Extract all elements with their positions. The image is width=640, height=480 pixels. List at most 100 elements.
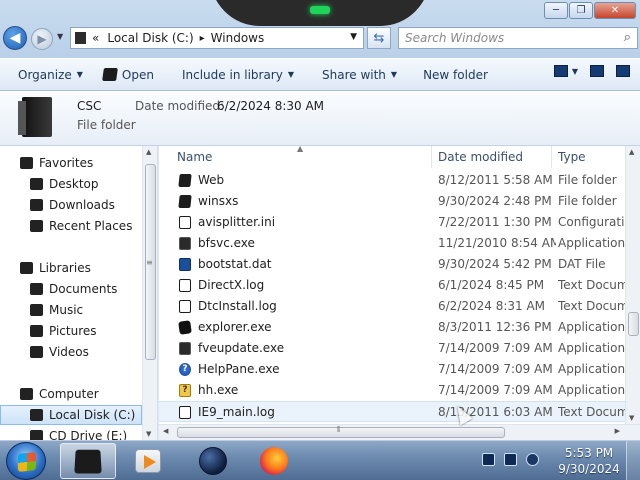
file-list-hscroll-thumb[interactable] (177, 427, 505, 438)
help-icon: ? (179, 363, 191, 376)
scroll-up-icon[interactable]: ▲ (629, 148, 634, 156)
nav-libraries[interactable]: Libraries (20, 258, 157, 278)
file-date: 7/14/2009 7:09 AM (438, 383, 553, 397)
taskbar-media-player[interactable] (120, 443, 176, 479)
chevron-down-icon: ▼ (571, 66, 578, 76)
windows-explorer-icon (74, 449, 102, 474)
action-center-icon[interactable] (482, 453, 495, 466)
file-date: 7/14/2009 7:09 AM (438, 341, 553, 355)
table-row[interactable]: avisplitter.ini 7/22/2011 1:30 PM Configur… (159, 212, 632, 233)
taskbar-globe-app[interactable] (185, 443, 241, 479)
table-row[interactable]: bootstat.dat 9/30/2024 5:42 PM DAT File (159, 254, 625, 275)
webcam-led (310, 6, 330, 14)
new-folder-button[interactable]: New folder (397, 68, 488, 82)
breadcrumb-local-disk[interactable]: Local Disk (C:) (107, 31, 193, 45)
scroll-up-icon[interactable]: ▲ (146, 148, 151, 156)
preview-pane-button[interactable] (590, 65, 604, 77)
nav-desktop[interactable]: Desktop (30, 174, 157, 194)
downloads-icon (30, 199, 43, 211)
file-list-horizontal-scrollbar[interactable]: ◀ ⦀ ▶ (159, 424, 640, 440)
change-view-button[interactable]: ▼ (553, 65, 578, 77)
address-bar[interactable]: « Local Disk (C:) ▸ Windows ▼ (70, 27, 364, 49)
volume-icon[interactable] (526, 453, 539, 466)
network-icon[interactable] (504, 453, 517, 466)
file-list-scroll-thumb[interactable] (628, 312, 639, 336)
back-button[interactable]: ◀ (3, 26, 27, 50)
file-date: 8/3/2011 12:36 PM (438, 320, 552, 334)
nav-downloads[interactable]: Downloads (30, 195, 157, 215)
nav-documents[interactable]: Documents (30, 279, 157, 299)
file-list-vertical-scrollbar[interactable]: ▲ ▼ (625, 146, 640, 424)
search-input[interactable]: Search Windows ⌕ (398, 27, 638, 49)
file-list: Name ▲ Date modified Type Web 8/12/2011 5:… (159, 146, 640, 440)
address-overflow[interactable]: « (92, 31, 99, 45)
minimize-button[interactable]: ─ (544, 2, 568, 19)
taskbar-windows-explorer[interactable] (60, 443, 116, 479)
nav-recent-places[interactable]: Recent Places (30, 216, 157, 236)
file-date: 9/30/2024 2:48 PM (438, 194, 552, 208)
column-label: Type (558, 150, 586, 164)
scroll-left-icon[interactable]: ◀ (163, 427, 168, 435)
nav-favorites[interactable]: Favorites (20, 153, 157, 173)
table-row[interactable]: ? hh.exe 7/14/2009 7:09 AM Application (159, 380, 625, 401)
close-button[interactable]: ✕ (594, 2, 636, 19)
recent-pages-dropdown[interactable]: ▼ (57, 32, 63, 41)
scroll-right-icon[interactable]: ▶ (615, 427, 620, 435)
scroll-grip-icon: ≡ (146, 258, 153, 267)
nav-videos[interactable]: Videos (30, 342, 157, 362)
column-label: Name (177, 150, 213, 164)
file-name: winsxs (198, 194, 239, 208)
nav-local-disk[interactable]: Local Disk (C:) (0, 405, 142, 425)
view-icon (553, 65, 568, 77)
nav-scrollbar[interactable]: ▲ ≡ ▼ (142, 146, 157, 440)
nav-label: Favorites (39, 156, 94, 170)
breadcrumb-windows[interactable]: Windows (211, 31, 265, 45)
title-bar: ─ ❐ ✕ ◀ ▶ ▼ « Local Disk (C:) ▸ Windows … (0, 0, 640, 58)
date-modified-value: 6/2/2024 8:30 AM (217, 99, 325, 113)
table-row[interactable]: DirectX.log 6/1/2024 8:45 PM Text Docum (159, 275, 629, 296)
address-dropdown-icon[interactable]: ▼ (350, 32, 357, 42)
nav-music[interactable]: Music (30, 300, 157, 320)
breadcrumb-separator-icon[interactable]: ▸ (200, 33, 205, 44)
table-row[interactable]: fveupdate.exe 7/14/2009 7:09 AM Applicatio… (159, 338, 625, 359)
file-name: bootstat.dat (198, 257, 272, 271)
scroll-down-icon[interactable]: ▼ (146, 430, 151, 438)
windows-logo-icon (18, 452, 36, 472)
nav-pictures[interactable]: Pictures (30, 321, 157, 341)
table-row[interactable]: winsxs 9/30/2024 2:48 PM File folder (159, 191, 625, 212)
open-button[interactable]: Open (83, 68, 154, 82)
table-row[interactable]: ? HelpPane.exe 7/14/2009 7:09 AM Applicatio… (159, 359, 625, 380)
command-bar: Organize ▼ Open Include in library ▼ Sha… (0, 58, 640, 91)
navigation-pane: Favorites Desktop Downloads Recent Place… (0, 146, 158, 440)
search-icon[interactable]: ⌕ (624, 30, 631, 45)
table-row[interactable]: DtcInstall.log 6/2/2024 8:31 AM Text Docum (159, 296, 629, 317)
clock[interactable]: 5:53 PM 9/30/2024 (558, 445, 620, 477)
desktop-icon (30, 178, 43, 190)
nav-label: Videos (49, 345, 89, 359)
help-button[interactable] (616, 65, 630, 77)
file-name: avisplitter.ini (198, 215, 276, 229)
organize-menu[interactable]: Organize ▼ (0, 68, 83, 82)
table-row[interactable]: IE9_main.log 8/13/2011 6:03 AM Text Docum (159, 401, 629, 422)
taskbar-firefox[interactable] (246, 443, 302, 479)
start-button[interactable] (6, 442, 46, 480)
nav-computer[interactable]: Computer (20, 384, 157, 404)
table-row[interactable]: Web 8/12/2011 5:58 AM File folder (159, 170, 625, 191)
table-row[interactable]: explorer.exe 8/3/2011 12:36 PM Application (159, 317, 625, 338)
scroll-down-icon[interactable]: ▼ (629, 414, 634, 422)
column-header-name[interactable]: Name ▲ (159, 146, 432, 168)
table-row[interactable]: bfsvc.exe 11/21/2010 8:54 AM Application (159, 233, 625, 254)
maximize-button[interactable]: ❐ (569, 2, 593, 19)
file-date: 9/30/2024 5:42 PM (438, 257, 552, 271)
nav-cd-drive[interactable]: CD Drive (E:) (30, 426, 157, 440)
refresh-button[interactable]: ⇆ (367, 27, 391, 49)
column-header-date-modified[interactable]: Date modified (420, 146, 552, 168)
forward-button[interactable]: ▶ (31, 28, 53, 50)
show-desktop-button[interactable] (626, 441, 640, 480)
file-date: 7/14/2009 7:09 AM (438, 362, 553, 376)
column-header-type[interactable]: Type (540, 146, 630, 168)
share-with-menu[interactable]: Share with ▼ (294, 68, 397, 82)
nav-label: Computer (39, 387, 99, 401)
sort-ascending-icon: ▲ (297, 146, 304, 153)
include-in-library-menu[interactable]: Include in library ▼ (154, 68, 294, 82)
